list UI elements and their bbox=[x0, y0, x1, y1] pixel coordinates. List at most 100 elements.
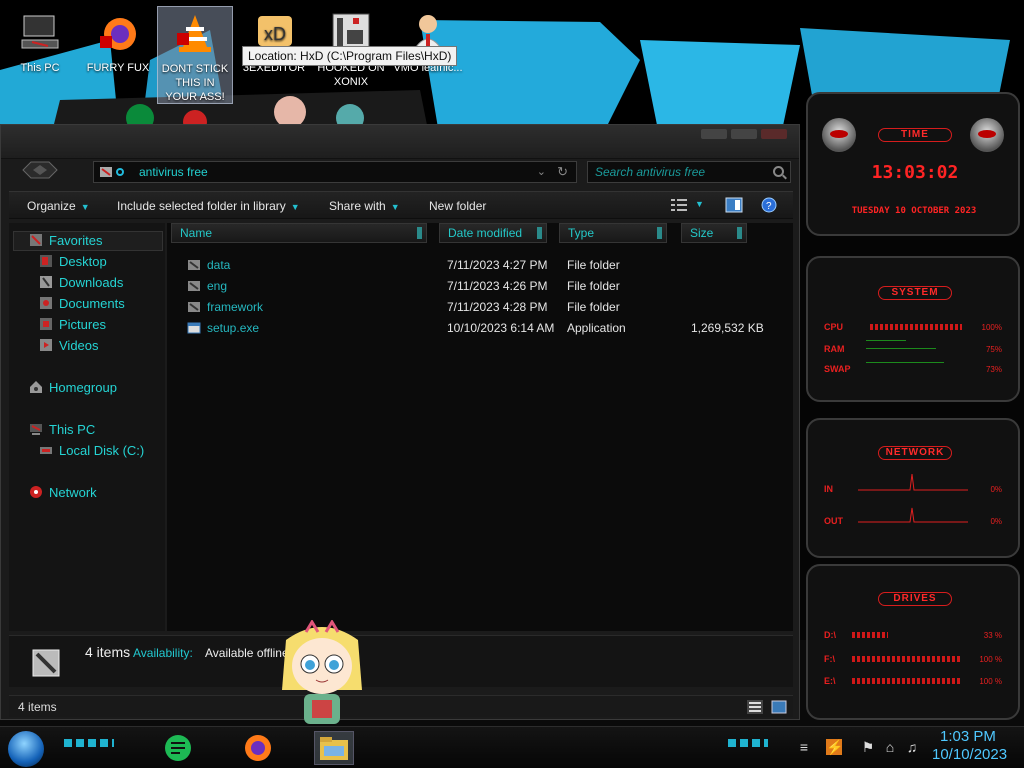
net-in-graph bbox=[858, 473, 968, 491]
firefox-icon bbox=[100, 18, 136, 50]
desktop-icon-label: DONT STICK THIS IN YOUR ASS! bbox=[161, 63, 229, 103]
taskbar-app-spotify[interactable] bbox=[160, 731, 196, 765]
computer-icon bbox=[21, 15, 59, 49]
desktop-icon-this-pc[interactable]: This PC bbox=[2, 6, 78, 104]
new-folder-label: New folder bbox=[429, 199, 487, 213]
action-center-flag-icon[interactable]: ⚑ bbox=[860, 739, 876, 755]
time-gadget[interactable]: TIME 13:03:02 TUESDAY 10 OCTOBER 2023 bbox=[806, 92, 1020, 236]
preview-pane-icon[interactable] bbox=[725, 197, 743, 213]
folder-path-icon bbox=[100, 167, 112, 177]
search-icon[interactable] bbox=[773, 166, 784, 177]
nav-label: Homegroup bbox=[49, 380, 117, 395]
column-header-label: Name bbox=[180, 226, 213, 240]
nav-label: Desktop bbox=[59, 254, 107, 269]
file-size: 1,269,532 KB bbox=[691, 321, 764, 335]
nav-item-favorites[interactable]: Favorites bbox=[29, 231, 102, 251]
address-bar[interactable]: antivirus free ⌄ ↻ bbox=[93, 161, 577, 183]
show-hidden-icons-icon[interactable]: ≡ bbox=[796, 739, 812, 755]
search-input[interactable]: Search antivirus free bbox=[587, 161, 791, 183]
nav-item-pictures[interactable]: Pictures bbox=[39, 315, 106, 335]
taskbar-app-explorer[interactable] bbox=[314, 731, 354, 765]
refresh-icon[interactable]: ↻ bbox=[557, 162, 568, 182]
include-library-label: Include selected folder in library bbox=[117, 199, 286, 213]
system-gadget[interactable]: SYSTEM CPU 100% RAM 75% SWAP 73% bbox=[806, 256, 1020, 402]
computer-icon bbox=[30, 424, 42, 435]
file-type: File folder bbox=[567, 258, 620, 272]
swap-label: SWAP bbox=[824, 364, 851, 374]
desktop-icon-vlc[interactable]: DONT STICK THIS IN YOUR ASS! bbox=[157, 6, 233, 104]
include-library-button[interactable]: Include selected folder in library ▼ bbox=[117, 192, 300, 220]
column-header-date[interactable]: Date modified bbox=[439, 223, 547, 243]
chevron-down-icon: ▼ bbox=[80, 202, 90, 212]
help-icon[interactable]: ? bbox=[761, 197, 777, 213]
drives-gadget[interactable]: DRIVES D:\ 33 % F:\ 100 % E:\ 100 % bbox=[806, 564, 1020, 720]
maximize-button[interactable] bbox=[731, 129, 757, 139]
file-date: 7/11/2023 4:26 PM bbox=[447, 279, 548, 293]
taskbar-clock-date[interactable]: 10/10/2023 bbox=[932, 746, 1007, 763]
chevron-down-icon: ▼ bbox=[390, 202, 400, 212]
file-list: Name Date modified Type Size data 7/11/2… bbox=[167, 223, 793, 631]
folder-icon bbox=[188, 281, 200, 291]
column-header-type[interactable]: Type bbox=[559, 223, 667, 243]
selection-icon bbox=[32, 649, 60, 677]
alien-head-icon bbox=[822, 118, 856, 152]
file-date: 7/11/2023 4:27 PM bbox=[447, 258, 548, 272]
nav-item-homegroup[interactable]: Homegroup bbox=[29, 378, 117, 398]
back-forward-icon[interactable] bbox=[21, 159, 59, 181]
organize-button[interactable]: Organize ▼ bbox=[27, 192, 90, 220]
organize-label: Organize bbox=[27, 199, 76, 213]
details-view-icon[interactable] bbox=[747, 700, 763, 714]
details-pane: 4 items Availability: Available offline bbox=[9, 635, 793, 687]
start-orb-icon[interactable] bbox=[8, 731, 44, 767]
nav-label: Videos bbox=[59, 338, 99, 353]
cpu-label: CPU bbox=[824, 322, 844, 332]
nav-item-videos[interactable]: Videos bbox=[39, 336, 99, 356]
nav-item-documents[interactable]: Documents bbox=[39, 294, 125, 314]
chevron-down-icon[interactable]: ⌄ bbox=[537, 162, 546, 182]
taskbar-clock-time[interactable]: 1:03 PM bbox=[940, 728, 996, 745]
large-icons-view-icon[interactable] bbox=[771, 700, 787, 714]
address-dot-icon bbox=[116, 168, 124, 176]
desktop-icon-furry-fux[interactable]: FURRY FUX bbox=[80, 6, 156, 104]
drive-e-bar bbox=[852, 678, 960, 684]
file-row[interactable]: eng 7/11/2023 4:26 PM File folder bbox=[183, 276, 783, 296]
network-gadget[interactable]: NETWORK IN 0% OUT 0% bbox=[806, 418, 1020, 558]
network-icon[interactable]: ⌂ bbox=[882, 739, 898, 755]
nav-item-downloads[interactable]: Downloads bbox=[39, 273, 123, 293]
taskbar-accent bbox=[728, 739, 768, 747]
search-placeholder: Search antivirus free bbox=[595, 165, 706, 179]
net-in-label: IN bbox=[824, 484, 833, 494]
nav-item-this-pc[interactable]: This PC bbox=[29, 420, 95, 440]
firefox-icon bbox=[245, 735, 271, 761]
view-options-icon[interactable] bbox=[671, 198, 687, 212]
share-with-button[interactable]: Share with ▼ bbox=[329, 192, 400, 220]
gadget-title: TIME bbox=[878, 128, 952, 142]
nav-item-desktop[interactable]: Desktop bbox=[39, 252, 107, 272]
column-header-name[interactable]: Name bbox=[171, 223, 427, 243]
minimize-button[interactable] bbox=[701, 129, 727, 139]
drive-e-label: E:\ bbox=[824, 676, 836, 686]
videos-icon bbox=[40, 339, 52, 351]
drive-d-value: 33 % bbox=[983, 631, 1002, 640]
window-titlebar[interactable] bbox=[1, 125, 799, 159]
close-button[interactable] bbox=[761, 129, 787, 139]
gadget-clock: 13:03:02 bbox=[871, 162, 959, 183]
file-row[interactable]: data 7/11/2023 4:27 PM File folder bbox=[183, 255, 783, 275]
file-row[interactable]: setup.exe 10/10/2023 6:14 AM Application… bbox=[183, 318, 783, 338]
file-row[interactable]: framework 7/11/2023 4:28 PM File folder bbox=[183, 297, 783, 317]
ime-icon[interactable]: ⚡ bbox=[826, 739, 843, 755]
downloads-icon bbox=[40, 276, 52, 288]
new-folder-button[interactable]: New folder bbox=[429, 192, 486, 220]
taskbar-app-firefox[interactable] bbox=[240, 731, 276, 765]
nav-item-network[interactable]: Network bbox=[29, 483, 97, 503]
volume-icon[interactable]: ♫ bbox=[904, 739, 920, 755]
swap-graph bbox=[866, 362, 944, 363]
nav-item-local-disk[interactable]: Local Disk (C:) bbox=[39, 441, 144, 461]
ram-label: RAM bbox=[824, 344, 845, 354]
alien-head-icon bbox=[970, 118, 1004, 152]
chevron-down-icon[interactable]: ▼ bbox=[695, 199, 704, 209]
gadget-date: TUESDAY 10 OCTOBER 2023 bbox=[851, 206, 977, 216]
file-date: 7/11/2023 4:28 PM bbox=[447, 300, 548, 314]
nav-label: Pictures bbox=[59, 317, 106, 332]
column-header-size[interactable]: Size bbox=[681, 223, 747, 243]
